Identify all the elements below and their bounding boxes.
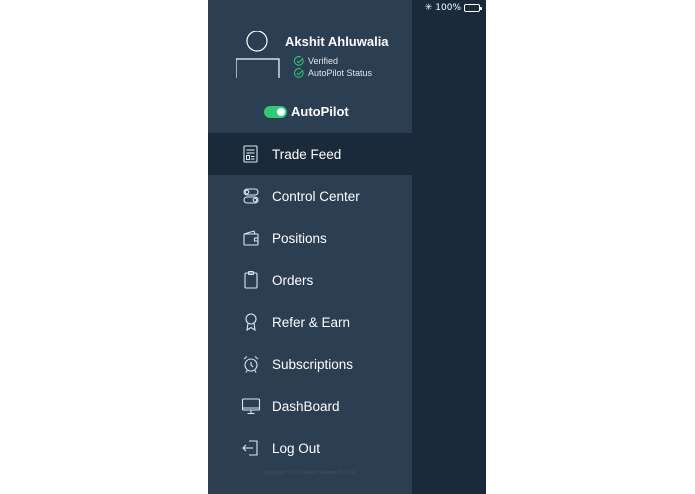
menu-item-label: Orders <box>272 272 314 288</box>
avatar-icon[interactable] <box>236 31 280 79</box>
phone-screen: ✳ 100% Akshit Ahluwalia Verified AutoPil… <box>208 0 486 494</box>
profile-name: Akshit Ahluwalia <box>285 34 389 49</box>
menu-item-trade-feed[interactable]: Trade Feed <box>208 133 412 175</box>
award-ribbon-icon <box>241 312 261 332</box>
autopilot-label: AutoPilot <box>291 104 349 119</box>
clipboard-icon <box>241 270 261 290</box>
menu-item-label: Control Center <box>272 188 360 204</box>
copyright-text: Copyright © 2018 Enacti Internet Pvt. Lt… <box>263 470 357 476</box>
trade-feed-icon <box>241 144 261 164</box>
wallet-icon <box>241 228 261 248</box>
menu-item-refer-earn[interactable]: Refer & Earn <box>208 301 412 343</box>
battery-icon <box>464 4 482 12</box>
verified-label: Verified <box>308 56 339 66</box>
status-bar: ✳ 100% <box>424 2 482 14</box>
autopilot-toggle-row[interactable]: AutoPilot <box>264 104 349 119</box>
check-circle-icon <box>294 56 304 66</box>
menu-item-label: Subscriptions <box>272 356 354 372</box>
menu-item-control-center[interactable]: Control Center <box>208 175 412 217</box>
battery-percentage: 100% <box>435 3 461 13</box>
menu-item-label: DashBoard <box>272 398 340 414</box>
bluetooth-icon: ✳ <box>424 3 433 13</box>
menu-item-dashboard[interactable]: DashBoard <box>208 385 412 427</box>
side-drawer: Akshit Ahluwalia Verified AutoPilot Stat… <box>208 0 412 494</box>
menu-item-label: Trade Feed <box>272 146 342 162</box>
autopilot-status-label: AutoPilot Status <box>308 68 373 78</box>
alarm-clock-icon <box>241 354 261 374</box>
verified-badge: Verified <box>294 56 338 66</box>
autopilot-toggle[interactable] <box>264 105 287 118</box>
control-center-icon <box>241 186 261 206</box>
monitor-icon <box>241 396 261 416</box>
logout-icon <box>241 438 261 458</box>
menu-item-label: Log Out <box>272 440 321 456</box>
menu-item-orders[interactable]: Orders <box>208 259 412 301</box>
menu-item-positions[interactable]: Positions <box>208 217 412 259</box>
menu-item-label: Refer & Earn <box>272 314 351 330</box>
menu-item-subscriptions[interactable]: Subscriptions <box>208 343 412 385</box>
autopilot-status-badge: AutoPilot Status <box>294 68 372 78</box>
menu-item-log-out[interactable]: Log Out <box>208 427 412 469</box>
menu-item-label: Positions <box>272 230 327 246</box>
drawer-menu: Trade Feed Control Center Positions Orde… <box>208 133 412 469</box>
check-circle-icon <box>294 68 304 78</box>
